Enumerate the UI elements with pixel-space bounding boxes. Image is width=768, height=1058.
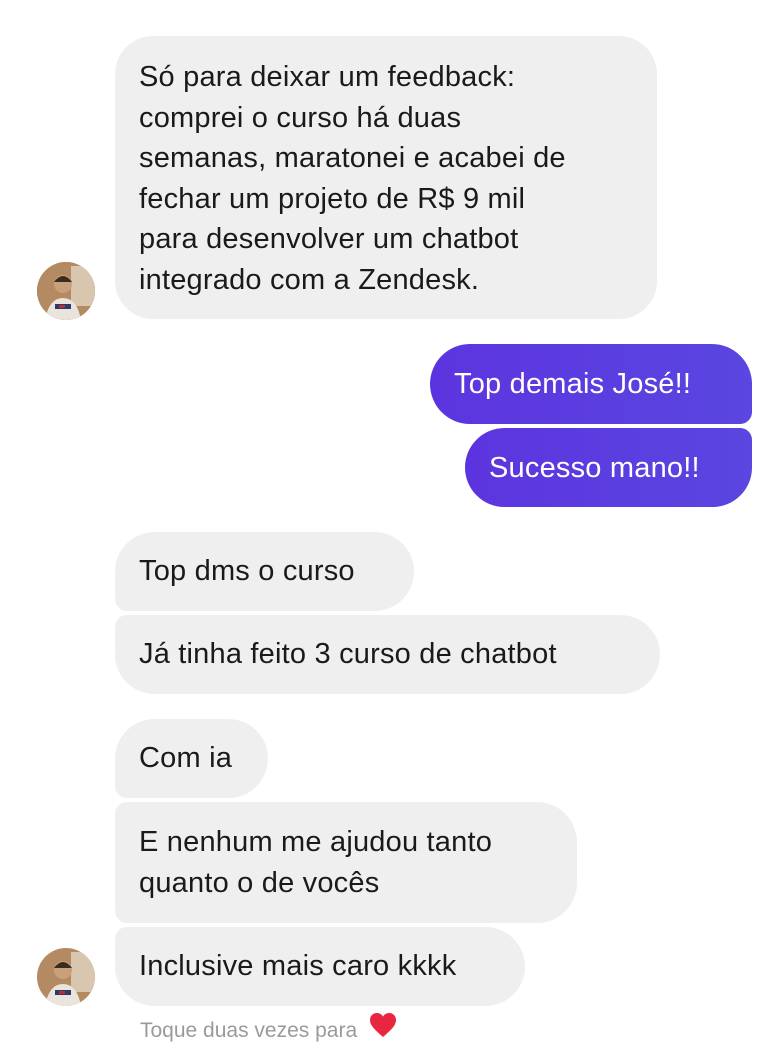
avatar-photo-icon	[37, 948, 95, 1006]
message-ja-tinha[interactable]: Já tinha feito 3 curso de chatbot	[115, 615, 660, 694]
double-tap-hint-text: Toque duas vezes para	[140, 1019, 358, 1043]
sender-avatar[interactable]	[37, 262, 95, 320]
message-com-ia[interactable]: Com ia	[115, 719, 268, 798]
double-tap-hint: Toque duas vezes para	[140, 1012, 397, 1049]
message-feedback[interactable]: Só para deixar um feedback: comprei o cu…	[115, 36, 657, 319]
message-outgoing-2[interactable]: Sucesso mano!!	[465, 428, 752, 507]
avatar-photo-icon	[37, 262, 95, 320]
heart-icon[interactable]	[369, 1012, 397, 1047]
message-outgoing-1[interactable]: Top demais José!!	[430, 344, 752, 424]
chat-thread: Só para deixar um feedback: comprei o cu…	[0, 0, 768, 1058]
message-inclusive[interactable]: Inclusive mais caro kkkk	[115, 927, 525, 1006]
message-nenhum[interactable]: E nenhum me ajudou tanto quanto o de voc…	[115, 802, 577, 923]
message-top-dms[interactable]: Top dms o curso	[115, 532, 414, 611]
sender-avatar[interactable]	[37, 948, 95, 1006]
